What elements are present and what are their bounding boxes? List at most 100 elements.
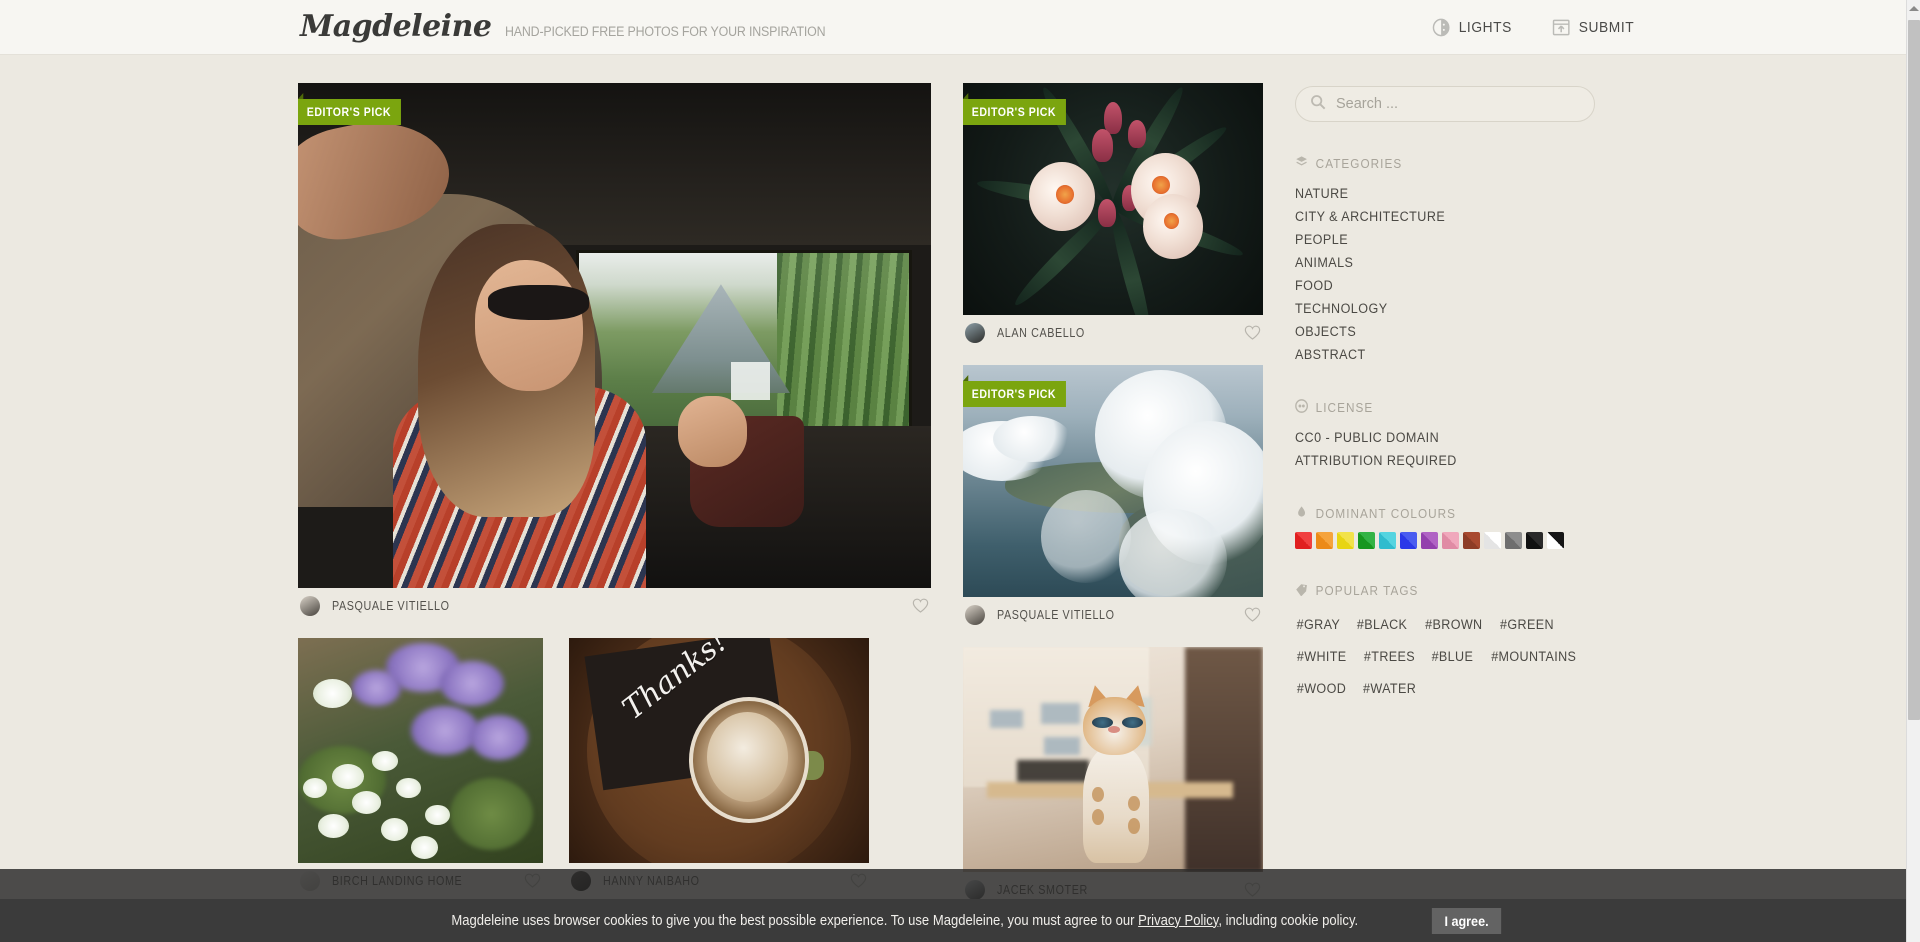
nav-submit[interactable]: SUBMIT: [1552, 18, 1634, 37]
gallery-column-right: EDITOR'S PICK ALAN CABELLO EDITOR'S PICK…: [962, 83, 1263, 922]
colour-swatch-brown[interactable]: [1463, 532, 1480, 549]
photo-credit: PASQUALE VITIELLO: [963, 597, 1263, 633]
popular-tags-heading: POPULAR TAGS: [1295, 582, 1577, 599]
search-input[interactable]: [1336, 96, 1580, 112]
brand[interactable]: Magdeleine HAND-PICKED FREE PHOTOS FOR Y…: [300, 12, 854, 42]
license-heading: LICENSE: [1295, 399, 1577, 416]
editors-pick-badge: EDITOR'S PICK: [962, 93, 1066, 125]
page-body: EDITOR'S PICK PASQUALE VITIELLO Thanks! …: [0, 55, 1906, 942]
license-title: LICENSE: [1315, 400, 1374, 415]
search-icon: [1310, 94, 1326, 115]
tag-water[interactable]: #WATER: [1363, 675, 1416, 702]
editors-pick-badge: EDITOR'S PICK: [298, 93, 401, 125]
colour-swatch-white[interactable]: [1484, 532, 1501, 549]
scroll-up-arrow-icon[interactable]: [1907, 0, 1920, 17]
sidebar-item-objects[interactable]: OBJECTS: [1295, 320, 1574, 343]
photo-card[interactable]: BIRCH LANDING HOME: [298, 638, 543, 899]
tag-wood[interactable]: #WOOD: [1297, 675, 1346, 702]
site-logo[interactable]: Magdeleine: [300, 12, 492, 42]
photo-thumbnail-purple-white-flowers[interactable]: [298, 638, 543, 863]
colour-swatch-black[interactable]: [1526, 532, 1543, 549]
photo-author[interactable]: PASQUALE VITIELLO: [997, 608, 1115, 622]
colour-swatch-orange[interactable]: [1316, 532, 1333, 549]
avatar[interactable]: [964, 323, 985, 343]
site-tagline: HAND-PICKED FREE PHOTOS FOR YOUR INSPIRA…: [505, 24, 826, 39]
editors-pick-badge: EDITOR'S PICK: [962, 375, 1066, 407]
sidebar-item-cc0-public-domain[interactable]: CC0 - PUBLIC DOMAIN: [1295, 426, 1574, 449]
sidebar-item-attribution-required[interactable]: ATTRIBUTION REQUIRED: [1295, 449, 1574, 472]
popular-tags-list: #GRAY #BLACK #BROWN #GREEN #WHITE #TREES…: [1295, 609, 1595, 705]
colour-swatch-pink[interactable]: [1442, 532, 1459, 549]
photo-thumbnail-coastline-clouds[interactable]: EDITOR'S PICK: [962, 365, 1263, 597]
tag-blue[interactable]: #BLUE: [1432, 643, 1474, 670]
photo-author[interactable]: PASQUALE VITIELLO: [332, 599, 450, 613]
photo-thumbnail-oleander-flowers[interactable]: EDITOR'S PICK: [962, 83, 1263, 315]
tag-gray[interactable]: #GRAY: [1297, 611, 1340, 638]
photo-thumbnail-hero-woman-in-car[interactable]: EDITOR'S PICK: [298, 83, 931, 588]
sidebar-item-abstract[interactable]: ABSTRACT: [1295, 343, 1574, 366]
colour-swatch-blue[interactable]: [1400, 532, 1417, 549]
sidebar-item-city-architecture[interactable]: CITY & ARCHITECTURE: [1295, 205, 1574, 228]
avatar[interactable]: [964, 605, 985, 625]
tag-trees[interactable]: #TREES: [1364, 643, 1415, 670]
nav-submit-label: SUBMIT: [1578, 19, 1634, 36]
photo-credit: ALAN CABELLO: [963, 315, 1263, 351]
droplet-icon: [1295, 505, 1308, 522]
favorite-heart-icon[interactable]: [1244, 325, 1261, 342]
header-nav: LIGHTS SUBMIT: [1430, 0, 1636, 55]
cookie-text-after: , including cookie policy.: [1218, 912, 1358, 929]
sidebar-item-nature[interactable]: NATURE: [1295, 182, 1574, 205]
agree-button[interactable]: I agree.: [1432, 907, 1502, 934]
categories-title: CATEGORIES: [1315, 156, 1403, 171]
photo-credit: PASQUALE VITIELLO: [298, 588, 931, 624]
tag-black[interactable]: #BLACK: [1357, 611, 1407, 638]
colour-swatch-list: [1295, 532, 1595, 549]
photo-thumbnail-thanks-coffee[interactable]: Thanks!: [569, 638, 869, 863]
photo-image: [298, 638, 543, 863]
upload-window-icon: [1552, 18, 1570, 37]
privacy-policy-link[interactable]: Privacy Policy: [1138, 913, 1218, 929]
favorite-heart-icon[interactable]: [912, 598, 929, 615]
dominant-colours-heading: DOMINANT COLOURS: [1295, 505, 1577, 522]
photo-card[interactable]: EDITOR'S PICK PASQUALE VITIELLO: [298, 83, 931, 624]
sidebar-item-people[interactable]: PEOPLE: [1295, 228, 1574, 251]
photo-gallery: EDITOR'S PICK PASQUALE VITIELLO Thanks! …: [298, 83, 1263, 922]
photo-author[interactable]: ALAN CABELLO: [997, 326, 1085, 340]
colour-swatch-black-white[interactable]: [1547, 532, 1564, 549]
nav-lights[interactable]: LIGHTS: [1432, 18, 1512, 37]
popular-tags-title: POPULAR TAGS: [1315, 583, 1419, 598]
photo-card[interactable]: Thanks! HANNY NAIBAHO: [569, 638, 869, 899]
tag-green[interactable]: #GREEN: [1500, 611, 1554, 638]
cookie-text-before: Magdeleine uses browser cookies to give …: [451, 912, 1138, 929]
layers-icon: [1295, 155, 1308, 172]
creative-commons-icon: [1295, 399, 1308, 416]
photo-card[interactable]: EDITOR'S PICK ALAN CABELLO: [962, 83, 1263, 351]
colour-swatch-yellow[interactable]: [1337, 532, 1354, 549]
colour-swatch-red[interactable]: [1295, 532, 1312, 549]
tag-white[interactable]: #WHITE: [1297, 643, 1347, 670]
gallery-column-left: EDITOR'S PICK PASQUALE VITIELLO Thanks!: [298, 83, 931, 922]
avatar[interactable]: [300, 596, 320, 616]
cookie-banner-text: Magdeleine uses browser cookies to give …: [451, 913, 1358, 929]
photo-image: [962, 647, 1263, 872]
photo-thumbnail-ginger-cat[interactable]: [962, 647, 1263, 872]
browser-scrollbar[interactable]: [1906, 0, 1920, 942]
tag-brown[interactable]: #BROWN: [1425, 611, 1482, 638]
tag-mountains[interactable]: #MOUNTAINS: [1492, 643, 1577, 670]
banner-dim-overlay: [0, 869, 1906, 899]
contrast-icon: [1432, 18, 1450, 37]
search-box[interactable]: [1295, 86, 1595, 122]
sidebar: CATEGORIES NATURE CITY & ARCHITECTURE PE…: [1295, 83, 1595, 922]
colour-swatch-green[interactable]: [1358, 532, 1375, 549]
favorite-heart-icon[interactable]: [1244, 607, 1261, 624]
tag-icon: [1295, 582, 1308, 599]
sidebar-item-animals[interactable]: ANIMALS: [1295, 251, 1574, 274]
colour-swatch-purple[interactable]: [1421, 532, 1438, 549]
colour-swatch-cyan[interactable]: [1379, 532, 1396, 549]
sidebar-item-food[interactable]: FOOD: [1295, 274, 1574, 297]
cookie-consent-banner: Magdeleine uses browser cookies to give …: [0, 899, 1906, 942]
sidebar-item-technology[interactable]: TECHNOLOGY: [1295, 297, 1574, 320]
photo-card[interactable]: EDITOR'S PICK PASQUALE VITIELLO: [962, 365, 1263, 633]
scrollbar-thumb[interactable]: [1908, 20, 1920, 720]
colour-swatch-gray[interactable]: [1505, 532, 1522, 549]
